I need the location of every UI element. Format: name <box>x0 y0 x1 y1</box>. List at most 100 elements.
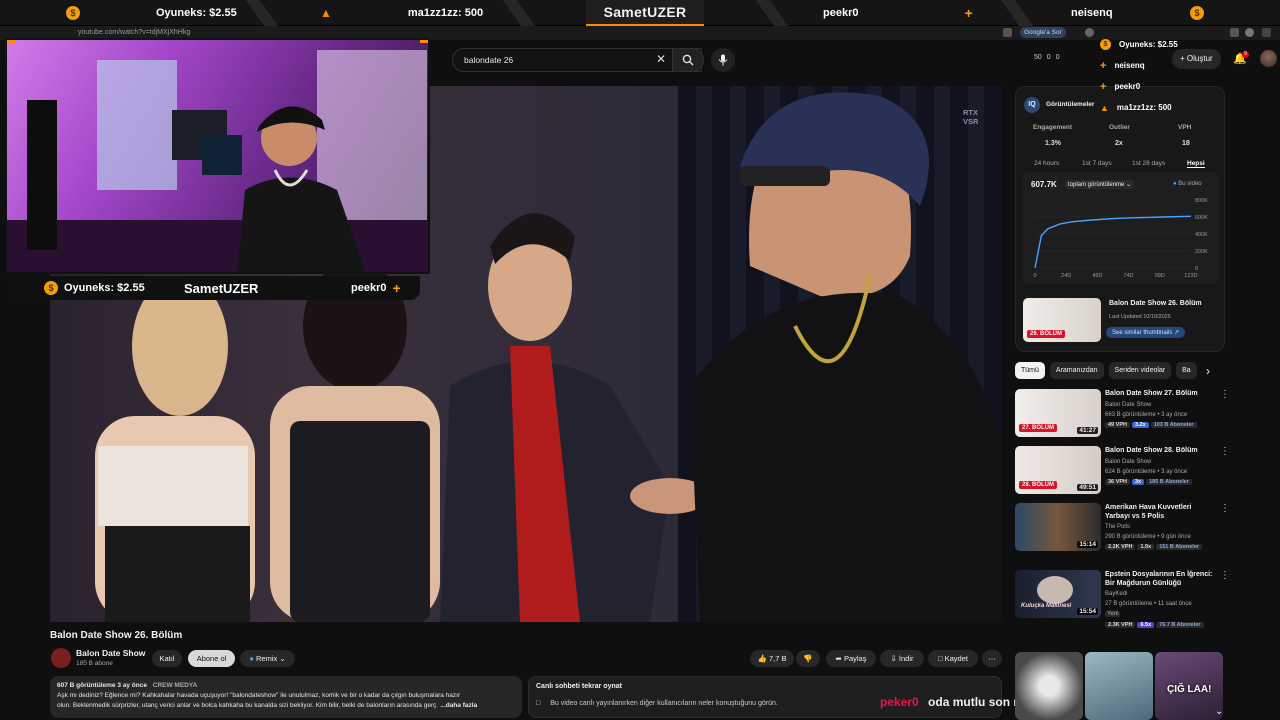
filter-chips: Tümü Aramanızdan Seriden videolar Ba <box>1015 362 1197 380</box>
side-list-item: + peekr0 <box>1100 76 1218 97</box>
rec-channel[interactable]: The Polis <box>1105 524 1130 530</box>
menu-icon[interactable] <box>1262 28 1271 37</box>
share-button[interactable]: ➦ Paylaş <box>826 650 876 667</box>
x-tick-label: 49D <box>1092 273 1102 279</box>
counter-value: 0 <box>1046 54 1051 61</box>
remix-button[interactable]: ● Remix ⌄ <box>240 650 295 667</box>
rec-channel[interactable]: Balon Date Show <box>1105 402 1151 408</box>
coin-icon: $ <box>1100 39 1111 50</box>
description-meta: 607 B görüntüleme 3 ay önce CREW MEDYA <box>57 681 515 691</box>
woman-left-top <box>98 446 248 526</box>
y-tick-label: 0 <box>1195 266 1198 272</box>
save-button[interactable]: □ Kaydet <box>928 650 978 667</box>
cam-slot-right: peekr0 + <box>351 278 401 298</box>
rec-channel[interactable]: Balon Date Show <box>1105 459 1151 465</box>
more-actions-button[interactable]: ⋯ <box>982 650 1002 667</box>
episode-badge: 26. BÖLÜM <box>1027 330 1066 338</box>
rec-thumbnail[interactable]: 28. BÖLÜM 49:51 <box>1015 446 1101 494</box>
dislike-button[interactable]: 👎 <box>796 650 820 667</box>
more-options-icon[interactable]: ⋮ <box>1220 446 1230 457</box>
chevron-right-icon[interactable]: › <box>1206 364 1210 378</box>
arrow-right-icon: ↗ <box>1174 330 1180 336</box>
y-tick-label: 400K <box>1195 232 1208 238</box>
range-tab[interactable]: 24 hours <box>1034 160 1059 167</box>
coin-icon: $ <box>66 6 80 20</box>
chip-all[interactable]: Tümü <box>1015 362 1045 379</box>
top-slot-label: Oyuneks: $2.55 <box>156 7 237 19</box>
header-counters: 50 0 0 <box>1034 54 1060 61</box>
profile-icon[interactable] <box>1245 28 1254 37</box>
range-tab[interactable]: 1st 7 days <box>1082 160 1112 167</box>
rec-title[interactable]: Epstein Dosyalarının En İğrenci: Bir Mağ… <box>1105 570 1217 588</box>
rec-title[interactable]: Amerikan Hava Kuvvetleri Yarbayı vs 5 Po… <box>1105 503 1217 521</box>
extension-icon[interactable] <box>1003 28 1012 37</box>
chip-from-search[interactable]: Aramanızdan <box>1049 362 1104 379</box>
man-right-glasses <box>740 166 830 186</box>
recommendation-item[interactable]: Kuluçka Makinesi 15:54 Epstein Dosyaları… <box>1015 570 1230 628</box>
clear-search-icon[interactable]: ✕ <box>656 52 666 66</box>
vph-tag: 2.2K VPH <box>1105 544 1136 550</box>
range-tab[interactable]: 1st 28 days <box>1132 160 1165 167</box>
rec-title[interactable]: Balon Date Show 28. Bölüm <box>1105 446 1217 455</box>
more-options-icon[interactable]: ⋮ <box>1220 389 1230 400</box>
similar-thumbnails-button[interactable]: See similar thumbnails ↗ <box>1106 327 1186 338</box>
rec-title[interactable]: Balon Date Show 27. Bölüm <box>1105 389 1217 398</box>
counter-value: 0 <box>1055 54 1060 61</box>
side-list-label: ma1zz1zz: 500 <box>1116 103 1172 112</box>
chip-series[interactable]: Seriden videolar <box>1108 362 1172 379</box>
video-title: Balon Date Show 26. Bölüm <box>50 630 183 641</box>
like-count: 7,7 B <box>768 654 787 663</box>
channel-avatar[interactable] <box>51 648 71 668</box>
voice-search-button[interactable] <box>711 48 735 72</box>
rec-thumbnail[interactable]: 27. BÖLÜM 41:27 <box>1015 389 1101 437</box>
rec-meta: 27 B görüntüleme • 11 saat önce <box>1105 601 1192 607</box>
shorts-thumbnail[interactable] <box>1085 652 1153 720</box>
download-icon[interactable] <box>1230 28 1239 37</box>
cam-label-bar: $ Oyuneks: $2.55 SametUZER peekr0 + <box>8 276 420 300</box>
account-avatar[interactable] <box>1260 50 1277 67</box>
views-graph: 607.7K toplam görüntülenme ⌄ ● Bu video … <box>1023 172 1219 284</box>
video-thumbnail-card[interactable]: 26. BÖLÜM <box>1023 298 1101 342</box>
subscribe-button[interactable]: Abone ol <box>188 650 235 667</box>
stats-tab[interactable]: Görüntülemeler <box>1046 101 1094 108</box>
recommendation-item[interactable]: 28. BÖLÜM 49:51 Balon Date Show 28. Bölü… <box>1015 446 1230 498</box>
search-button[interactable] <box>672 48 704 72</box>
chevron-down-icon[interactable]: ⌄ <box>1215 706 1223 717</box>
rtx-vsr-watermark: RTX VSR <box>963 108 979 126</box>
chat-replay-title: Canlı sohbeti tekrar oynat <box>536 683 622 690</box>
like-button[interactable]: 👍 7,7 B <box>750 650 794 667</box>
recommendation-item[interactable]: 27. BÖLÜM 41:27 Balon Date Show 27. Bölü… <box>1015 389 1230 441</box>
rec-channel[interactable]: BayKedi <box>1105 591 1127 597</box>
more-options-icon[interactable]: ⋮ <box>1220 503 1230 514</box>
description-line: olun. Beklenmedik sürprizler, utanç veri… <box>57 702 437 709</box>
episode-badge: 27. BÖLÜM <box>1019 424 1058 432</box>
cam-slot-label: Oyuneks: $2.55 <box>64 282 145 294</box>
shorts-thumbnail[interactable] <box>1015 652 1083 720</box>
google-ask-chip[interactable]: Google'a Sor <box>1020 27 1066 38</box>
show-more-link[interactable]: ...daha fazla <box>440 701 477 711</box>
engagement-value: 1.3% <box>1045 140 1061 147</box>
description-box[interactable]: 607 B görüntüleme 3 ay önce CREW MEDYA A… <box>50 676 522 718</box>
episode-badge: 28. BÖLÜM <box>1019 481 1058 489</box>
video-duration: 41:27 <box>1077 427 1098 434</box>
chip-other[interactable]: Ba <box>1176 362 1197 379</box>
channel-name[interactable]: Balon Date Show <box>76 648 145 658</box>
more-options-icon[interactable]: ⋮ <box>1220 570 1230 581</box>
range-tab-active[interactable]: Hepsi <box>1187 160 1205 168</box>
plus-icon: + <box>1100 80 1107 93</box>
rec-tags: 2.2K VPH 1.9x 151 B Aboneler <box>1105 544 1204 550</box>
shorts-thumbnail[interactable]: ÇIĞ LAA! <box>1155 652 1223 720</box>
rec-thumbnail[interactable]: Kuluçka Makinesi 15:54 <box>1015 570 1101 618</box>
top-slot-5: $ <box>1190 3 1204 23</box>
download-button[interactable]: ⇩ İndir <box>880 650 924 667</box>
bookmark-icon: □ <box>938 654 943 663</box>
rec-meta: 663 B görüntüleme • 3 ay önce <box>1105 412 1188 418</box>
recommendation-item[interactable]: 15:14 Amerikan Hava Kuvvetleri Yarbayı v… <box>1015 503 1230 555</box>
line-chart: 800K 600K 400K 200K 0 0 24D 49D 74D 99D 123D <box>1033 198 1208 279</box>
outlier-tag: 6.5x <box>1137 622 1155 628</box>
join-button[interactable]: Katıl <box>152 650 182 667</box>
shorts-caption: ÇIĞ LAA! <box>1167 684 1212 695</box>
vph-tag: 2.3K VPH <box>1105 622 1136 628</box>
star-icon[interactable] <box>1085 28 1094 37</box>
rec-thumbnail[interactable]: 15:14 <box>1015 503 1101 551</box>
